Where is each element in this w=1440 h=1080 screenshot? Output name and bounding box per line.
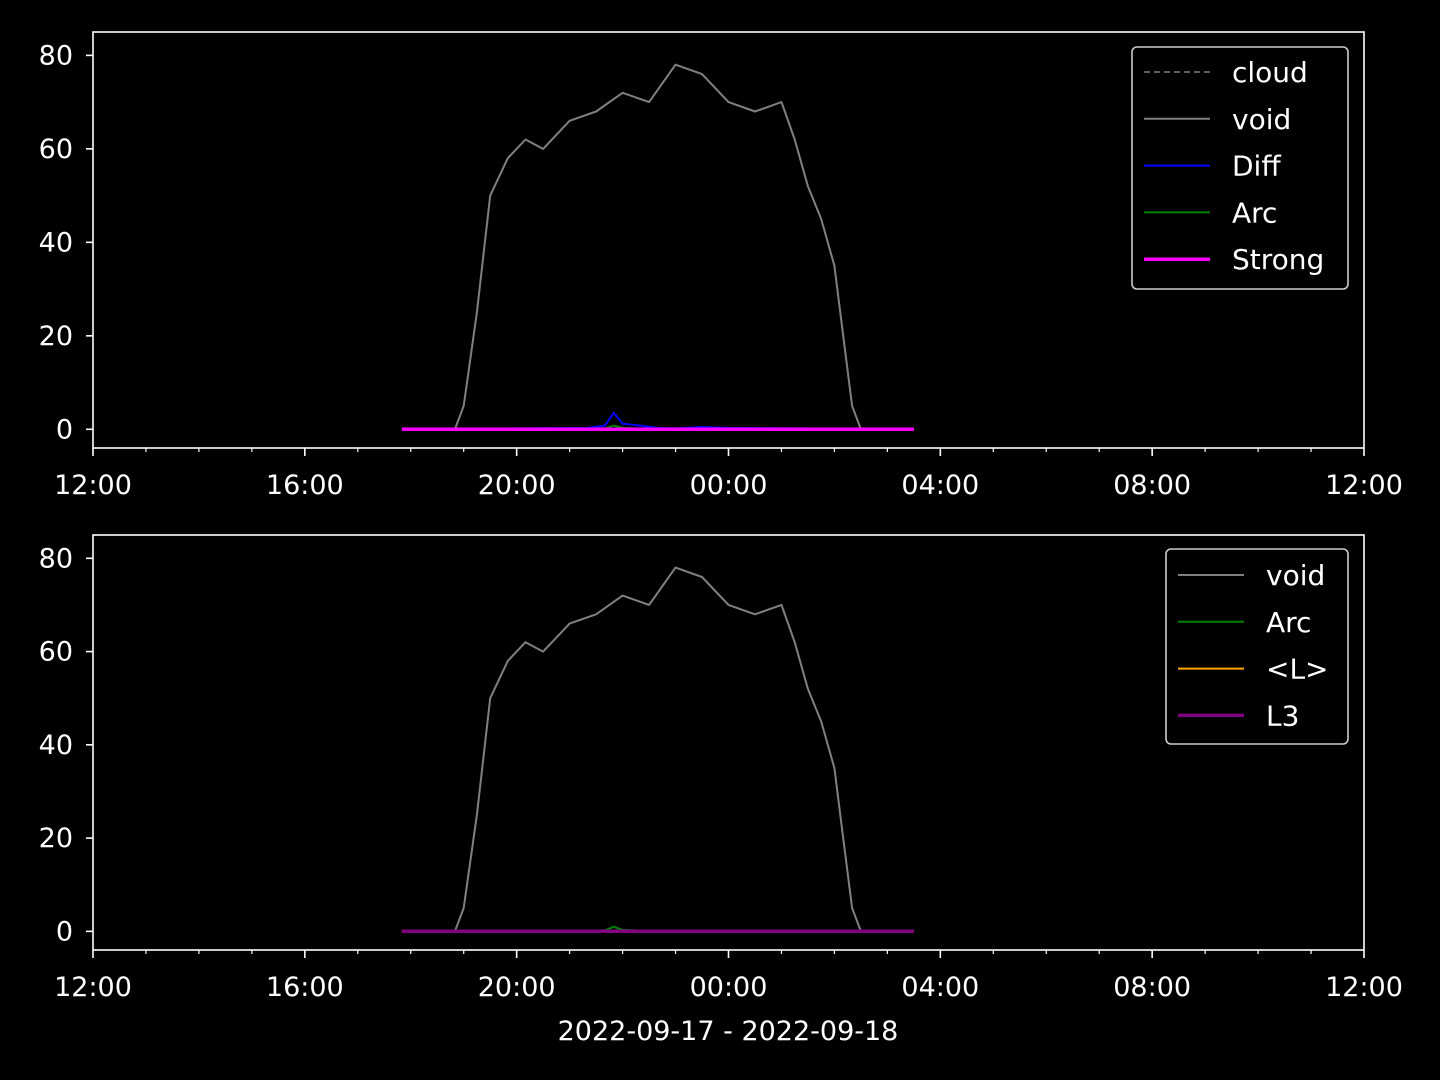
legend-label: Arc: [1232, 196, 1277, 229]
y-tick-label: 40: [39, 227, 73, 258]
y-tick-label: 60: [39, 637, 73, 668]
x-tick-label: 00:00: [690, 972, 768, 1003]
x-tick-label: 16:00: [266, 972, 344, 1003]
x-tick-label: 20:00: [478, 972, 556, 1003]
legend-label: <L>: [1266, 653, 1329, 686]
x-axis-date-label: 2022-09-17 - 2022-09-18: [558, 1016, 899, 1047]
x-tick-label: 00:00: [690, 470, 768, 501]
legend-label: void: [1266, 559, 1325, 592]
y-tick-label: 0: [56, 916, 73, 947]
legend-label: Diff: [1232, 150, 1281, 183]
y-tick-label: 80: [39, 543, 73, 574]
x-tick-label: 12:00: [1325, 470, 1403, 501]
x-tick-label: 16:00: [266, 470, 344, 501]
x-tick-label: 08:00: [1113, 470, 1191, 501]
x-tick-label: 04:00: [901, 972, 979, 1003]
x-tick-label: 12:00: [54, 470, 132, 501]
y-tick-label: 60: [39, 134, 73, 165]
y-tick-label: 20: [39, 321, 73, 352]
x-tick-label: 12:00: [1325, 972, 1403, 1003]
y-tick-label: 40: [39, 730, 73, 761]
legend-label: Strong: [1232, 243, 1324, 276]
y-tick-label: 80: [39, 40, 73, 71]
x-tick-label: 20:00: [478, 470, 556, 501]
y-tick-label: 0: [56, 414, 73, 445]
legend-label: void: [1232, 103, 1291, 136]
x-tick-label: 08:00: [1113, 972, 1191, 1003]
y-tick-label: 20: [39, 823, 73, 854]
legend-label: Arc: [1266, 606, 1311, 639]
figure: 0 20 40 60 80 12:00 16:00 20:00 00:00 04:00 08:00 1…: [0, 0, 1440, 1080]
x-tick-label: 04:00: [901, 470, 979, 501]
legend-label: cloud: [1232, 56, 1308, 89]
legend-label: L3: [1266, 699, 1299, 732]
x-tick-label: 12:00: [54, 972, 132, 1003]
